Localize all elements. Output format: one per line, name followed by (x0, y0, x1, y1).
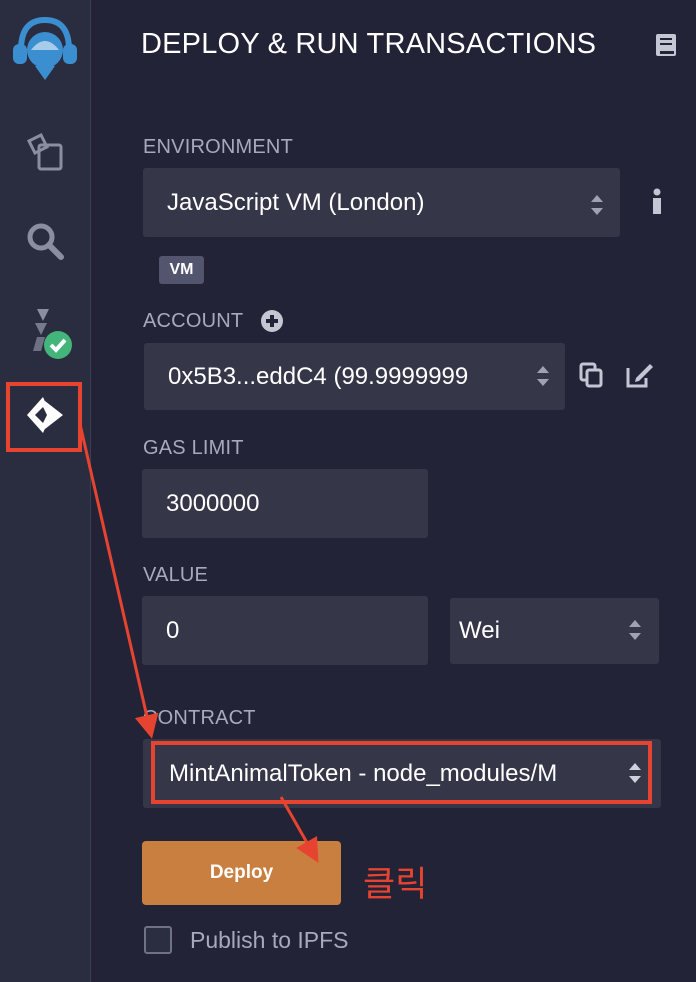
annotation-arrows (78, 423, 319, 863)
click-annotation: 클릭 (363, 865, 428, 904)
arrow-to-contract (78, 423, 159, 739)
arrow-to-deploy (279, 796, 319, 863)
